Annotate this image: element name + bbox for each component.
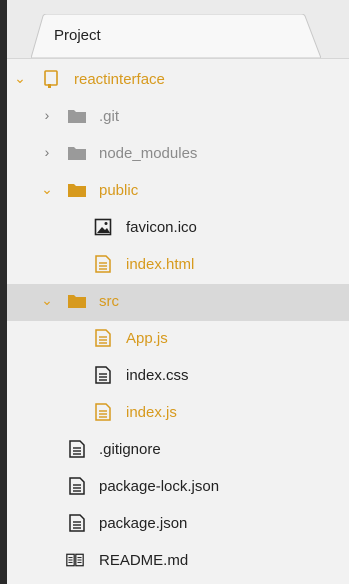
file-text-icon <box>95 329 111 347</box>
tree-label: public <box>99 182 139 199</box>
tree-label: package-lock.json <box>99 478 220 495</box>
tree-label: index.html <box>126 256 195 273</box>
tree-label: src <box>99 293 119 310</box>
file-text-icon <box>95 366 111 384</box>
tree-item-public[interactable]: ⌄ public <box>7 173 349 210</box>
tree-item-index-js[interactable]: index.js <box>7 395 349 432</box>
image-file-icon <box>94 218 112 236</box>
tree-label: favicon.ico <box>126 219 197 236</box>
chevron-right-icon[interactable]: › <box>40 145 54 159</box>
tree-label: reactinterface <box>74 71 165 88</box>
file-text-icon <box>69 477 85 495</box>
chevron-down-icon[interactable]: ⌄ <box>40 293 54 307</box>
tree-item-index-html[interactable]: index.html <box>7 247 349 284</box>
file-text-icon <box>95 255 111 273</box>
tree-label: .git <box>99 108 120 125</box>
folder-icon <box>68 147 86 160</box>
tree-item-node-modules[interactable]: › node_modules <box>7 136 349 173</box>
tab-project[interactable]: Project <box>31 14 321 58</box>
tree-item-index-css[interactable]: index.css <box>7 358 349 395</box>
tree-label: index.css <box>126 367 189 384</box>
tree-item-package-lock-json[interactable]: package-lock.json <box>7 469 349 506</box>
tree-label: index.js <box>126 404 177 421</box>
chevron-down-icon[interactable]: ⌄ <box>40 182 54 196</box>
repository-icon <box>44 70 58 88</box>
tree-label: README.md <box>99 552 189 569</box>
file-text-icon <box>69 514 85 532</box>
tree-item-favicon[interactable]: favicon.ico <box>7 210 349 247</box>
tree-root-reactinterface[interactable]: ⌄ reactinterface <box>7 62 349 99</box>
chevron-right-icon[interactable]: › <box>40 108 54 122</box>
tree-item-gitignore[interactable]: .gitignore <box>7 432 349 469</box>
tree-label: .gitignore <box>99 441 161 458</box>
tree-label: App.js <box>126 330 168 347</box>
folder-icon <box>68 110 86 123</box>
book-icon <box>66 553 84 567</box>
left-edge-strip <box>0 0 7 584</box>
folder-icon <box>68 295 86 308</box>
tree-label: package.json <box>99 515 188 532</box>
project-panel: Project ⌄ reactinterface › .git › node_m… <box>7 0 349 584</box>
file-text-icon <box>95 403 111 421</box>
tree-item-git[interactable]: › .git <box>7 99 349 136</box>
tree-label: node_modules <box>99 145 198 162</box>
tree-item-src[interactable]: ⌄ src <box>7 284 349 321</box>
file-text-icon <box>69 440 85 458</box>
tree-item-app-js[interactable]: App.js <box>7 321 349 358</box>
tree-item-package-json[interactable]: package.json <box>7 506 349 543</box>
chevron-down-icon[interactable]: ⌄ <box>13 71 27 85</box>
folder-icon <box>68 184 86 197</box>
tab-label: Project <box>54 27 101 44</box>
tree-item-readme-md[interactable]: README.md <box>7 543 349 580</box>
tab-bar: Project <box>7 0 349 59</box>
